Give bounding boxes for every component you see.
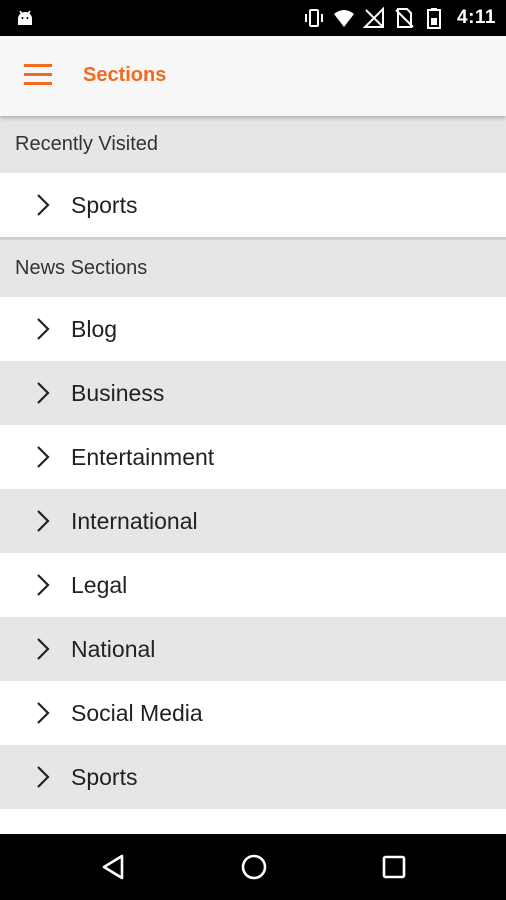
sections-list[interactable]: Recently Visited Sports News Sections Bl…	[0, 116, 506, 834]
list-item-label: Blog	[71, 315, 118, 342]
recent-item-sports[interactable]: Sports	[0, 173, 506, 237]
menu-icon[interactable]	[24, 64, 56, 88]
list-item-label: Legal	[71, 571, 128, 598]
status-bar: 4:11	[0, 0, 506, 36]
section-item-legal[interactable]: Legal	[0, 553, 506, 617]
list-item-label: Sports	[71, 763, 138, 790]
page-title: Sections	[83, 64, 167, 86]
chevron-right-icon	[37, 510, 50, 532]
list-item-label: National	[71, 635, 156, 662]
battery-icon	[427, 8, 442, 29]
vibrate-icon	[305, 9, 324, 27]
app-bar: Sections	[0, 36, 506, 116]
chevron-right-icon	[37, 446, 50, 468]
no-sim-icon	[395, 8, 414, 28]
android-icon	[18, 10, 32, 25]
chevron-right-icon	[37, 318, 50, 340]
chevron-right-icon	[37, 382, 50, 404]
no-signal-icon	[363, 7, 385, 28]
list-item-label: Entertainment	[71, 443, 215, 470]
section-item-entertainment[interactable]: Entertainment	[0, 425, 506, 489]
chevron-right-icon	[37, 574, 50, 596]
section-item-social-media[interactable]: Social Media	[0, 681, 506, 745]
section-item-blog[interactable]: Blog	[0, 297, 506, 361]
section-item-sports[interactable]: Sports	[0, 745, 506, 809]
home-icon[interactable]	[239, 852, 269, 882]
recents-icon[interactable]	[379, 852, 409, 882]
wifi-icon	[334, 10, 355, 27]
section-item-national[interactable]: National	[0, 617, 506, 681]
section-item-business[interactable]: Business	[0, 361, 506, 425]
navigation-bar	[0, 834, 506, 900]
list-item-label: Business	[71, 379, 165, 406]
list-item-label: Sports	[71, 191, 138, 218]
chevron-right-icon	[37, 766, 50, 788]
chevron-right-icon	[37, 702, 50, 724]
recently-visited-header: Recently Visited	[0, 116, 506, 173]
clock: 4:11	[457, 7, 496, 28]
list-item-label: International	[71, 507, 198, 534]
back-icon[interactable]	[99, 852, 129, 882]
section-item-international[interactable]: International	[0, 489, 506, 553]
list-item-label: Social Media	[71, 699, 203, 726]
news-sections-header: News Sections	[0, 240, 506, 297]
chevron-right-icon	[37, 194, 50, 216]
chevron-right-icon	[37, 638, 50, 660]
